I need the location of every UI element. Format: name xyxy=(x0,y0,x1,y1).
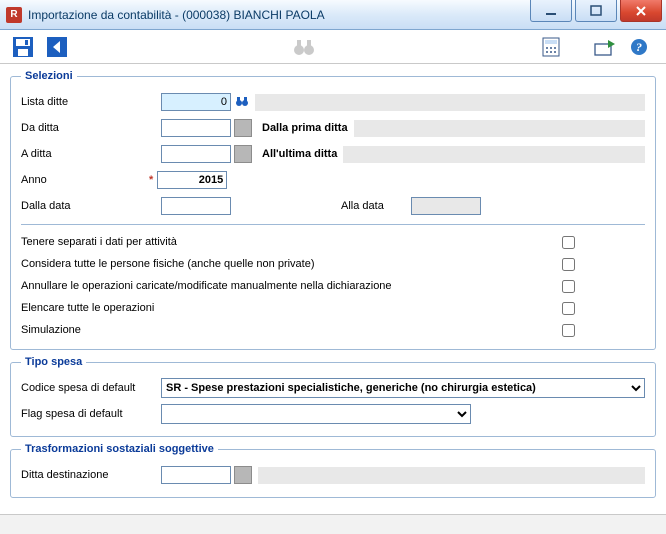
input-ditta-destinazione[interactable] xyxy=(161,466,231,484)
binoculars-icon[interactable] xyxy=(289,33,319,61)
label-dalla-data: Dalla data xyxy=(21,200,161,212)
save-button[interactable] xyxy=(8,33,38,61)
a-ditta-lookup-button[interactable] xyxy=(234,145,252,163)
ditta-dest-lookup-button[interactable] xyxy=(234,466,252,484)
a-ditta-display xyxy=(343,146,645,163)
input-anno[interactable] xyxy=(157,171,227,189)
close-button[interactable] xyxy=(620,0,662,22)
check-label-annullare: Annullare le operazioni caricate/modific… xyxy=(21,280,562,292)
back-button[interactable] xyxy=(42,33,72,61)
minimize-button[interactable] xyxy=(530,0,572,22)
label-a-ditta: A ditta xyxy=(21,148,161,160)
input-alla-data[interactable] xyxy=(411,197,481,215)
export-button[interactable] xyxy=(590,33,620,61)
select-codice-spesa[interactable]: SR - Spese prestazioni specialistiche, g… xyxy=(161,378,645,398)
ditta-dest-display xyxy=(258,467,645,484)
window-title: Importazione da contabilità - (000038) B… xyxy=(28,8,325,22)
check-separati[interactable] xyxy=(562,236,575,249)
binoculars-small-icon[interactable] xyxy=(235,95,249,110)
legend-tipo-spesa: Tipo spesa xyxy=(21,356,86,368)
label-da-ditta: Da ditta xyxy=(21,122,161,134)
status-bar xyxy=(0,514,666,534)
check-options: Tenere separati i dati per attività Cons… xyxy=(21,224,645,341)
fieldset-selezioni: Selezioni Lista ditte Da ditta Dalla pri… xyxy=(10,70,656,350)
check-persone-fisiche[interactable] xyxy=(562,258,575,271)
check-simulazione[interactable] xyxy=(562,324,575,337)
lista-ditte-display xyxy=(255,94,645,111)
select-flag-spesa[interactable] xyxy=(161,404,471,424)
label-anno: Anno xyxy=(21,174,161,186)
label-ditta-destinazione: Ditta destinazione xyxy=(21,469,161,481)
svg-text:?: ? xyxy=(636,40,642,54)
check-label-simulazione: Simulazione xyxy=(21,324,562,336)
da-ditta-lookup-button[interactable] xyxy=(234,119,252,137)
help-button[interactable]: ? xyxy=(624,33,654,61)
check-annullare[interactable] xyxy=(562,280,575,293)
da-ditta-display xyxy=(354,120,645,137)
toolbar: ? xyxy=(0,30,666,64)
fieldset-tipo-spesa: Tipo spesa Codice spesa di default SR - … xyxy=(10,356,656,437)
legend-trasformazioni: Trasformazioni sostaziali soggettive xyxy=(21,443,218,455)
maximize-button[interactable] xyxy=(575,0,617,22)
check-elencare[interactable] xyxy=(562,302,575,315)
check-label-elencare: Elencare tutte le operazioni xyxy=(21,302,562,314)
a-ditta-suffix: All'ultima ditta xyxy=(262,148,337,160)
check-label-persone-fisiche: Considera tutte le persone fisiche (anch… xyxy=(21,258,562,270)
label-flag-spesa: Flag spesa di default xyxy=(21,408,161,420)
content-area: Selezioni Lista ditte Da ditta Dalla pri… xyxy=(0,64,666,514)
label-alla-data: Alla data xyxy=(341,200,411,212)
input-dalla-data[interactable] xyxy=(161,197,231,215)
required-indicator: * xyxy=(149,174,153,186)
calculator-button[interactable] xyxy=(536,33,566,61)
check-label-separati: Tenere separati i dati per attività xyxy=(21,236,562,248)
input-lista-ditte[interactable] xyxy=(161,93,231,111)
da-ditta-suffix: Dalla prima ditta xyxy=(262,122,348,134)
label-lista-ditte: Lista ditte xyxy=(21,96,161,108)
label-codice-spesa: Codice spesa di default xyxy=(21,382,161,394)
input-a-ditta[interactable] xyxy=(161,145,231,163)
fieldset-trasformazioni: Trasformazioni sostaziali soggettive Dit… xyxy=(10,443,656,498)
app-icon: R xyxy=(6,7,22,23)
input-da-ditta[interactable] xyxy=(161,119,231,137)
titlebar: R Importazione da contabilità - (000038)… xyxy=(0,0,666,30)
legend-selezioni: Selezioni xyxy=(21,70,77,82)
